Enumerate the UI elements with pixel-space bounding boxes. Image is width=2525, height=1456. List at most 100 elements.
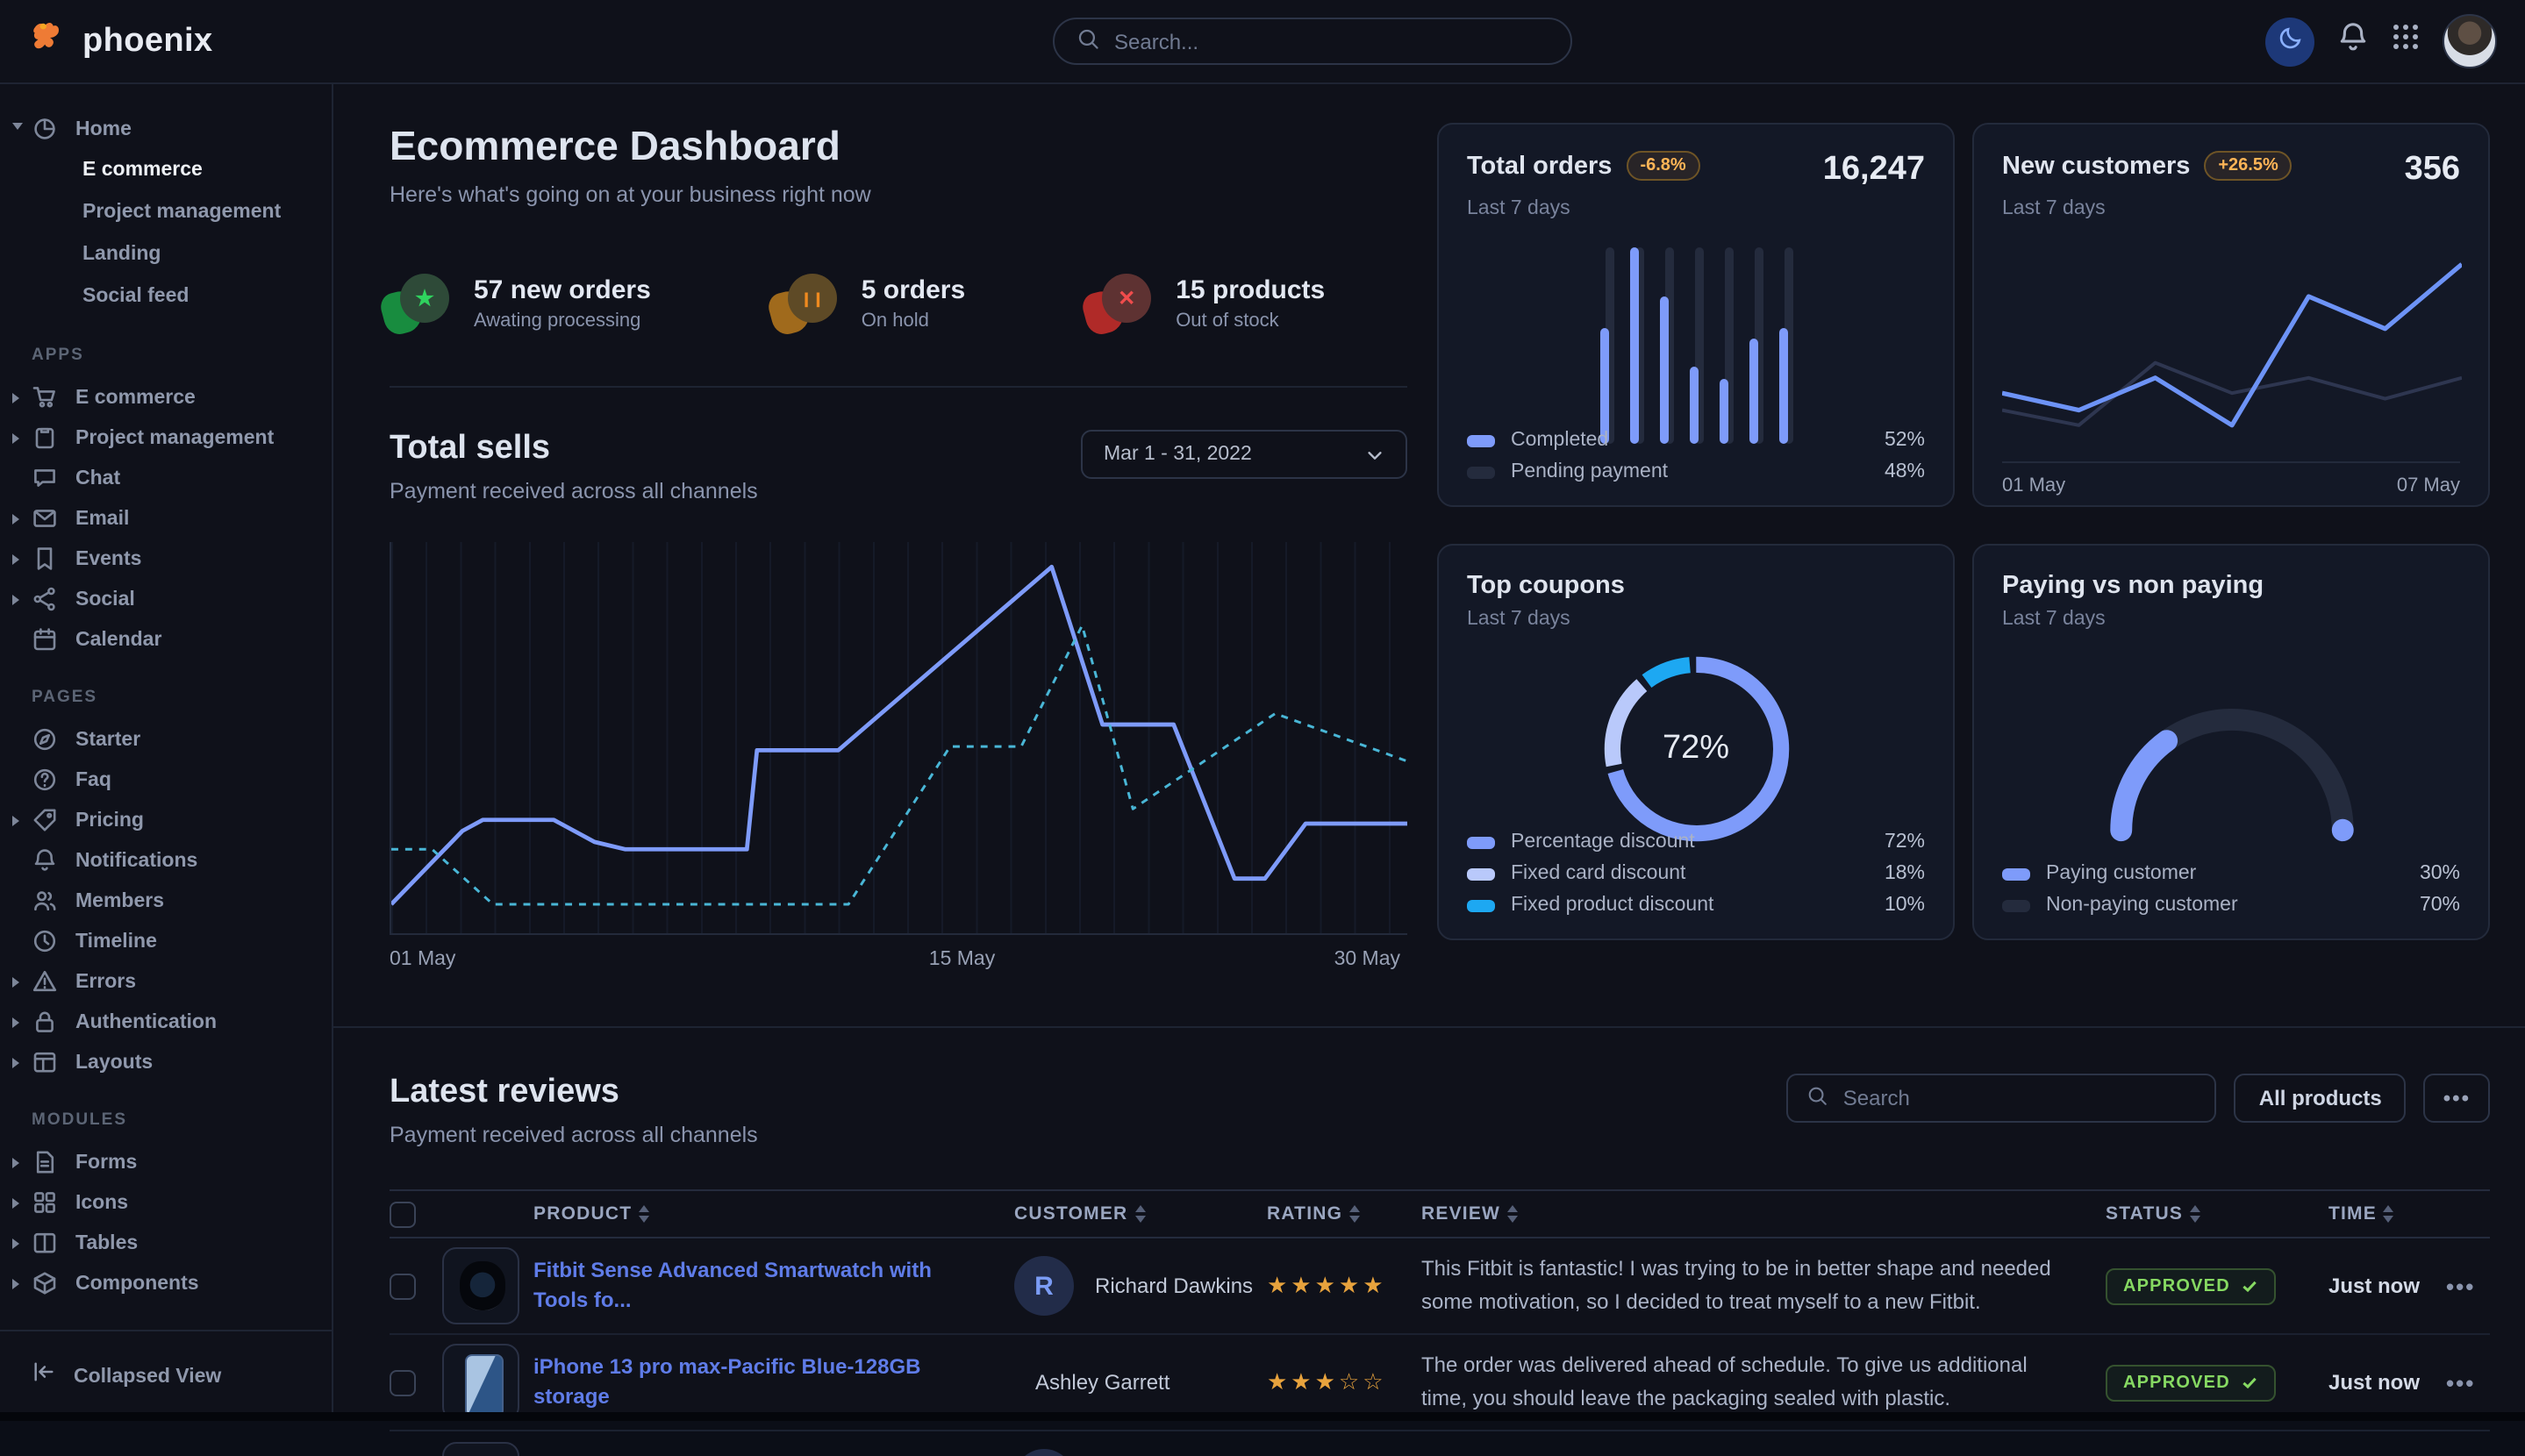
column-header-review[interactable]: REVIEW [1421,1203,2106,1224]
sidebar-subitem-e-commerce[interactable]: E commerce [0,149,332,191]
search-placeholder: Search... [1114,29,1198,54]
file-icon [32,1149,58,1175]
reviews-subtitle: Payment received across all channels [390,1123,758,1147]
sidebar-item-members[interactable]: Members [0,881,332,921]
product-link[interactable]: iPhone 13 pro max-Pacific Blue-128GB sto… [533,1353,1014,1411]
sort-icon[interactable] [2384,1205,2394,1223]
sort-icon[interactable] [1134,1205,1145,1223]
product-thumbnail[interactable] [442,1344,519,1421]
caret-icon [12,553,19,564]
sort-icon[interactable] [639,1205,649,1223]
stat-caption: Out of stock [1176,310,1325,332]
sidebar-item-faq[interactable]: Faq [0,760,332,800]
row-checkbox[interactable] [390,1273,416,1299]
sidebar-item-layouts[interactable]: Layouts [0,1042,332,1082]
stat-caption: On hold [862,310,965,332]
sidebar-item-label: Notifications [75,850,197,871]
sidebar-item-errors[interactable]: Errors [0,961,332,1002]
user-avatar[interactable] [2443,14,2497,68]
sidebar-subitem-landing[interactable]: Landing [0,233,332,275]
top-coupons-card: Top coupons Last 7 days 72% [1437,544,1955,940]
reviews-table-body: Fitbit Sense Advanced Smartwatch with To… [390,1238,2490,1431]
sidebar-subitem-social-feed[interactable]: Social feed [0,275,332,318]
sidebar-item-components[interactable]: Components [0,1263,332,1303]
select-all-checkbox[interactable] [390,1201,416,1227]
sidebar-item-starter[interactable]: Starter [0,719,332,760]
sidebar-item-notifications[interactable]: Notifications [0,840,332,881]
sidebar-item-home[interactable]: Home [0,109,332,149]
sort-icon[interactable] [2190,1205,2200,1223]
bookmark-icon [32,546,58,572]
sidebar-item-icons[interactable]: Icons [0,1182,332,1223]
reviews-table-header: PRODUCT CUSTOMER RATING REVIEW STATUS TI… [390,1189,2490,1238]
caret-icon [12,1017,19,1027]
row-more-button[interactable]: ••• [2446,1273,2490,1299]
column-header-time[interactable]: TIME [2328,1203,2446,1224]
sort-icon[interactable] [1349,1205,1360,1223]
global-search-input[interactable]: Search... [1053,18,1572,65]
share-icon [32,586,58,612]
caret-icon [12,123,23,135]
column-header-status[interactable]: STATUS [2106,1203,2328,1224]
orders-legend: Completed 52% Pending payment 48% [1467,419,1925,482]
caret-icon [12,1057,19,1067]
sidebar-item-social[interactable]: Social [0,579,332,619]
total-sells-chart: 01 May 15 May 30 May [390,542,1407,981]
theme-toggle-button[interactable] [2265,17,2314,66]
legend-row: Non-paying customer 70% [2002,895,2460,916]
legend-label: Paying customer [2046,863,2196,884]
brand-name: phoenix [82,22,213,61]
notifications-button[interactable] [2337,21,2369,61]
caret-icon [12,392,19,403]
sidebar-item-pricing[interactable]: Pricing [0,800,332,840]
stat-value: 57 new orders [474,275,651,305]
sidebar-item-project-management[interactable]: Project management [0,418,332,458]
sidebar-item-events[interactable]: Events [0,539,332,579]
legend-swatch [1467,434,1495,446]
chevron-down-icon [1365,445,1384,464]
more-options-button[interactable]: ••• [2424,1074,2490,1123]
column-header-customer[interactable]: CUSTOMER [1014,1203,1267,1224]
legend-swatch [2002,899,2030,911]
reviews-search-input[interactable]: Search [1787,1074,2217,1123]
apps-grid-button[interactable] [2392,23,2420,60]
bar [1749,247,1763,444]
product-link[interactable]: Fitbit Sense Advanced Smartwatch with To… [533,1256,1014,1315]
sidebar-item-forms[interactable]: Forms [0,1142,332,1182]
new-customers-x-labels: 01 May 07 May [2002,461,2460,496]
row-more-button[interactable]: ••• [2446,1369,2490,1395]
paying-vs-nonpaying-card: Paying vs non paying Last 7 days Paying … [1972,544,2490,940]
row-checkbox[interactable] [390,1369,416,1395]
clock-icon [32,928,58,954]
date-range-select[interactable]: Mar 1 - 31, 2022 [1081,430,1407,479]
sidebar-subitem-label: Social feed [82,286,189,307]
sidebar-item-e-commerce[interactable]: E commerce [0,377,332,418]
tag-icon [32,807,58,833]
app-root: phoenix Search... [0,0,2525,1421]
column-header-rating[interactable]: RATING [1267,1203,1421,1224]
column-header-product[interactable]: PRODUCT [533,1203,1014,1224]
sidebar-item-email[interactable]: Email [0,498,332,539]
sidebar-item-tables[interactable]: Tables [0,1223,332,1263]
clipboard-icon [32,425,58,451]
new-customers-line-chart [2002,237,2462,444]
sidebar-item-calendar[interactable]: Calendar [0,619,332,660]
brand-logo[interactable]: phoenix [28,17,213,66]
caret-icon [12,594,19,604]
legend-row: Pending payment 48% [1467,461,1925,482]
avatar-initial: R [1014,1256,1074,1316]
orders-bar-chart [1439,247,1953,444]
sidebar-subitem-label: E commerce [82,160,203,181]
sidebar-item-timeline[interactable]: Timeline [0,921,332,961]
x-blob-icon: ✕ [1091,274,1151,333]
legend-label: Pending payment [1511,461,1668,482]
sidebar-subitem-project-management[interactable]: Project management [0,191,332,233]
sort-icon[interactable] [1507,1205,1518,1223]
sidebar-item-chat[interactable]: Chat [0,458,332,498]
sidebar-item-authentication[interactable]: Authentication [0,1002,332,1042]
all-products-button[interactable]: All products [2235,1074,2407,1123]
collapsed-view-toggle[interactable]: Collapsed View [0,1330,332,1421]
sidebar-subitem-label: Landing [82,244,161,265]
product-thumbnail[interactable] [442,1247,519,1324]
legend-swatch [1467,466,1495,478]
